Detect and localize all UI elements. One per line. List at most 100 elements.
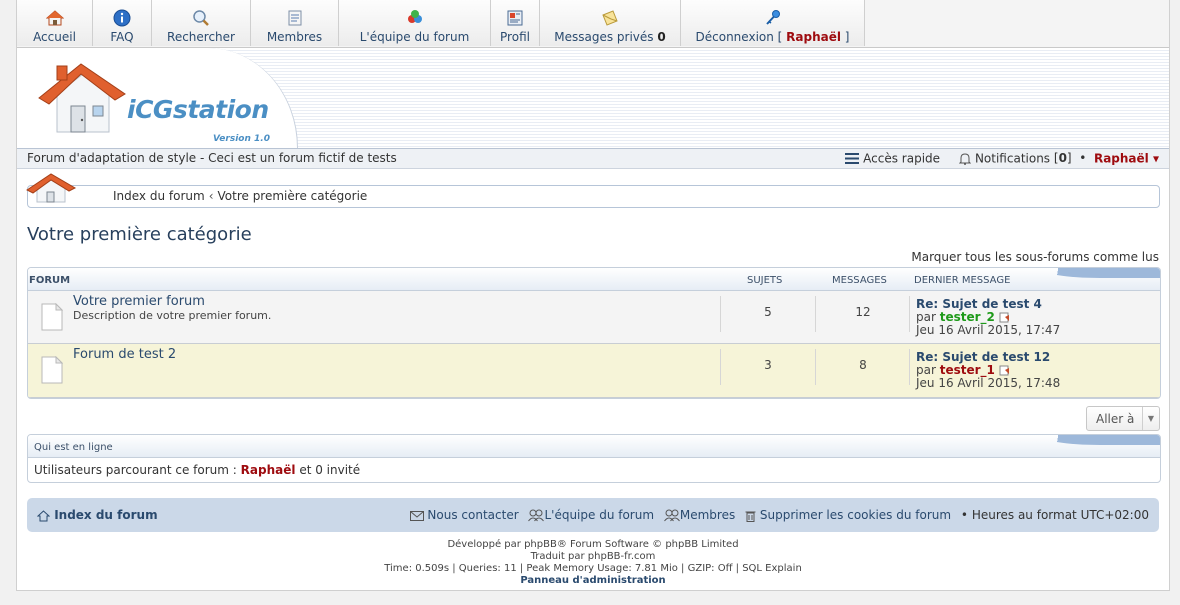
user-menu-name: Raphaël	[1093, 151, 1149, 166]
bell-icon	[959, 153, 972, 166]
dropdown-arrow-icon: ▾	[1152, 151, 1159, 166]
nav-search-label: Rechercher	[167, 30, 235, 44]
last-post-title-link[interactable]: Re: Sujet de test 12	[916, 350, 1050, 364]
nav-faq[interactable]: FAQ	[93, 0, 152, 46]
home-outline-icon	[37, 509, 50, 521]
nav-faq-label: FAQ	[110, 30, 134, 44]
last-post-date: Jeu 16 Avril 2015, 17:47	[916, 323, 1061, 337]
who-is-online-title[interactable]: Qui est en ligne	[34, 442, 113, 453]
dropdown-arrow-icon: ▼	[1142, 407, 1159, 430]
online-prefix: Utilisateurs parcourant ce forum :	[34, 463, 237, 477]
forum-title-link[interactable]: Votre premier forum	[73, 294, 205, 309]
cell-divider	[909, 296, 910, 332]
forum-row: Votre premier forum Description de votre…	[28, 291, 1160, 344]
nav-private-messages[interactable]: Messages privés 0	[540, 0, 681, 46]
forum-topics-count: 3	[764, 358, 772, 372]
site-description: Forum d'adaptation de style - Ceci est u…	[27, 151, 397, 165]
last-post-user-link[interactable]: tester_2	[940, 310, 995, 324]
user-menu[interactable]: Raphaël ▾	[1093, 151, 1159, 166]
members-icon	[663, 509, 680, 522]
mark-subforums-read-link[interactable]: Marquer tous les sous-forums comme lus	[911, 250, 1159, 264]
forum-list-header: FORUM SUJETS MESSAGES DERNIER MESSAGE	[28, 268, 1160, 291]
online-suffix: et 0 invité	[299, 463, 361, 477]
nav-home-label: Accueil	[33, 30, 76, 44]
forum-topics-count: 5	[764, 305, 772, 319]
profile-icon	[507, 10, 523, 26]
header-decoration	[1040, 268, 1160, 278]
nav-team[interactable]: L'équipe du forum	[339, 0, 491, 46]
last-post-user-link[interactable]: tester_1	[940, 363, 995, 377]
hamburger-icon	[845, 153, 860, 165]
delete-cookies-label: Supprimer les cookies du forum	[759, 508, 952, 522]
notifications-count: 0	[1058, 151, 1067, 166]
footer-index-link[interactable]: Index du forum	[37, 508, 158, 522]
view-latest-post-icon[interactable]	[999, 312, 1010, 323]
members-label: Membres	[679, 508, 736, 522]
column-posts: MESSAGES	[832, 275, 887, 286]
house-logo-icon	[38, 63, 126, 133]
column-last-post: DERNIER MESSAGE	[914, 275, 1011, 286]
forum-posts-count: 8	[859, 358, 867, 372]
home-icon	[45, 10, 64, 26]
view-latest-post-icon[interactable]	[999, 365, 1010, 376]
breadcrumb: Index du forum ‹ Votre première catégorie	[27, 185, 1160, 208]
breadcrumb-separator-icon: ‹	[208, 189, 214, 203]
cell-divider	[909, 349, 910, 385]
page-title: Votre première catégorie	[27, 224, 252, 245]
online-user-link[interactable]: Raphaël	[241, 463, 296, 477]
admin-panel-link[interactable]: Panneau d'administration	[520, 575, 665, 586]
members-link[interactable]: Membres	[663, 508, 736, 522]
last-post-date: Jeu 16 Avril 2015, 17:48	[916, 376, 1061, 390]
cell-divider	[720, 296, 721, 332]
nav-home[interactable]: Accueil	[17, 0, 93, 46]
jump-to-label: Aller à	[1096, 412, 1135, 426]
footer-navigation: Index du forum Nous contacter L'équipe d…	[27, 498, 1159, 532]
delete-cookies-link[interactable]: Supprimer les cookies du forum	[745, 508, 951, 522]
cell-divider	[720, 349, 721, 385]
logo-text: iCGstation	[127, 95, 269, 124]
forum-list: FORUM SUJETS MESSAGES DERNIER MESSAGE Vo…	[27, 267, 1161, 399]
nav-members-label: Membres	[266, 30, 323, 44]
nav-members[interactable]: Membres	[251, 0, 339, 46]
nav-private-messages-label: Messages privés 0	[554, 30, 666, 44]
footer-index-label: Index du forum	[54, 508, 158, 522]
nav-profile-label: Profil	[500, 30, 530, 44]
nav-logout[interactable]: Déconnexion [ Raphaël ]	[681, 0, 865, 46]
cell-divider	[815, 296, 816, 332]
trash-icon	[745, 511, 756, 522]
jump-to-button[interactable]: Aller à ▼	[1086, 406, 1160, 431]
breadcrumb-home-icon[interactable]	[25, 172, 77, 204]
team-icon	[528, 509, 545, 522]
envelope-icon	[409, 510, 424, 521]
logo-version: Version 1.0	[213, 134, 270, 144]
nav-logout-label: Déconnexion [ Raphaël ]	[695, 30, 850, 44]
team-label: L'équipe du forum	[544, 508, 655, 522]
team-link[interactable]: L'équipe du forum	[528, 508, 654, 522]
logo-area[interactable]: iCGstation Version 1.0	[17, 48, 298, 148]
nav-profile[interactable]: Profil	[491, 0, 540, 46]
nav-search[interactable]: Rechercher	[152, 0, 251, 46]
envelope-icon	[602, 10, 618, 26]
last-post-title-link[interactable]: Re: Sujet de test 4	[916, 297, 1042, 311]
contact-link[interactable]: Nous contacter	[409, 508, 519, 522]
nav-team-label: L'équipe du forum	[359, 30, 470, 44]
quick-access-link[interactable]: Accès rapide	[845, 151, 944, 166]
breadcrumb-category-link[interactable]: Votre première catégorie	[218, 189, 368, 203]
last-post-by: par	[916, 363, 936, 377]
forum-posts-count: 12	[855, 305, 871, 319]
contact-label: Nous contacter	[427, 508, 519, 522]
column-topics: SUJETS	[747, 275, 783, 286]
user-tools: Accès rapide Notifications [0] • Raphaël…	[845, 151, 1159, 166]
team-icon	[407, 10, 422, 23]
top-navigation: Accueil FAQ Rechercher Membres L'équipe …	[17, 0, 1169, 48]
who-is-online-text: Utilisateurs parcourant ce forum : Rapha…	[34, 463, 360, 477]
notifications-link[interactable]: Notifications [0]	[959, 151, 1075, 166]
admin-panel-wrap: Panneau d'administration	[17, 574, 1169, 587]
forum-title-link[interactable]: Forum de test 2	[73, 347, 176, 362]
who-is-online-header: Qui est en ligne	[28, 435, 1160, 458]
forum-read-icon	[41, 356, 63, 384]
breadcrumb-index-link[interactable]: Index du forum	[113, 189, 205, 203]
forum-row: Forum de test 2 3 8 Re: Sujet de test 12…	[28, 344, 1160, 398]
footer-links: Nous contacter L'équipe du forum Membres…	[404, 508, 1149, 522]
last-post-by: par	[916, 310, 936, 324]
